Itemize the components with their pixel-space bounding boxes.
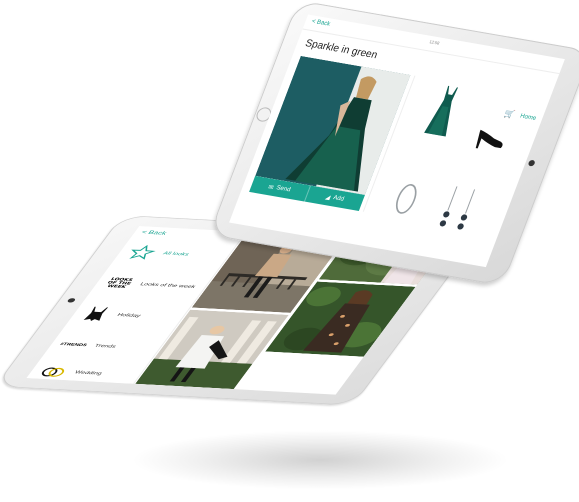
category-label: Trends	[93, 343, 117, 349]
trends-icon: #TRENDS	[49, 333, 98, 356]
looks-of-the-week-icon: LOOKS OF THE WEEK	[94, 272, 143, 295]
product-drop-earrings[interactable]	[429, 183, 487, 239]
category-holiday[interactable]: Holiday	[70, 301, 187, 331]
category-label: Looks of the week	[138, 282, 197, 290]
badge-line: WEEK	[106, 283, 128, 289]
category-label: Holiday	[116, 312, 142, 319]
add-label: Add	[332, 194, 345, 203]
product-sequin-dress[interactable]	[418, 84, 468, 144]
hanger-icon: ◢	[324, 194, 332, 201]
product-marketing-scene: < Back All looks LOOKS OF THE WEEK Looks…	[0, 0, 579, 502]
swimsuit-icon	[72, 303, 121, 326]
category-all-looks[interactable]: All looks	[116, 239, 233, 269]
back-button[interactable]: < Back	[140, 230, 168, 236]
category-label: Wedding	[73, 370, 103, 376]
star-icon	[117, 241, 166, 264]
category-label: All looks	[161, 251, 190, 257]
category-looks-of-the-week[interactable]: LOOKS OF THE WEEK Looks of the week	[93, 270, 210, 300]
front-tablet: < Back 12:58 Sparkle in green 🛒 Home ✉ S…	[208, 0, 579, 286]
send-label: Send	[275, 185, 292, 194]
product-silver-bangle[interactable]	[385, 180, 425, 223]
tablet-shadow	[130, 430, 510, 490]
product-black-pump[interactable]	[469, 125, 509, 159]
category-trends[interactable]: #TRENDS Trends	[47, 331, 164, 361]
cart-icon[interactable]: 🛒	[503, 109, 516, 120]
home-link[interactable]: Home	[519, 113, 537, 122]
trends-badge: #TRENDS	[58, 342, 88, 348]
envelope-icon: ✉	[267, 184, 275, 192]
